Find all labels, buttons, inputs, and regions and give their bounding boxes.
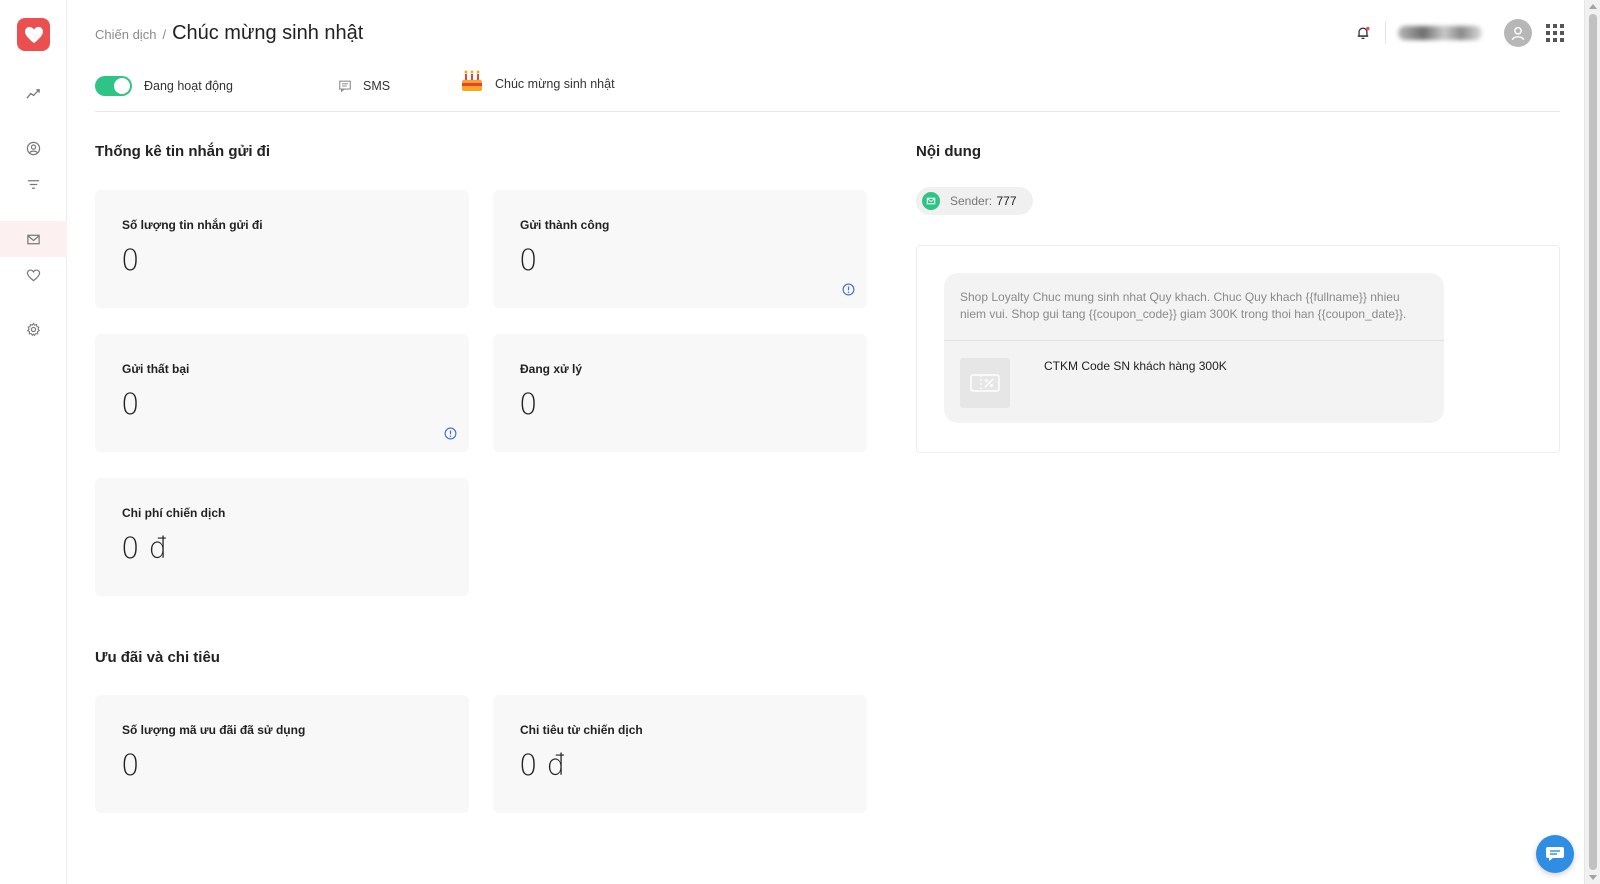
sender-chip: Sender: 777 xyxy=(916,187,1033,215)
notifications-button[interactable] xyxy=(1353,23,1373,43)
stat-value: 0 xyxy=(519,387,538,421)
header-actions xyxy=(1353,16,1564,50)
breadcrumb: Chiến dịch / Chúc mừng sinh nhật xyxy=(95,22,363,45)
stat-label: Số lượng mã ưu đãi đã sử dụng xyxy=(122,723,306,737)
bell-icon xyxy=(1357,26,1370,40)
stat-value: 0 xyxy=(519,243,538,277)
stat-label: Gửi thành công xyxy=(520,218,610,232)
sidebar-item-loyalty[interactable] xyxy=(0,257,67,293)
user-circle-icon xyxy=(26,141,41,155)
birthday-cake-icon xyxy=(462,70,482,91)
sidebar xyxy=(0,0,67,884)
chat-icon xyxy=(1546,847,1564,861)
sender-mail-icon xyxy=(922,192,940,210)
coupon-icon xyxy=(970,374,1000,392)
header-divider xyxy=(1385,22,1386,44)
app-logo[interactable] xyxy=(17,18,50,51)
sidebar-item-segments[interactable] xyxy=(0,166,67,202)
breadcrumb-parent-link[interactable]: Chiến dịch xyxy=(95,27,156,42)
scroll-down-arrow[interactable] xyxy=(1589,875,1597,880)
stat-label: Chi phí chiến dịch xyxy=(122,506,226,520)
mail-icon xyxy=(27,234,40,244)
offer-card-spending: Chi tiêu từ chiến dịch 0 đ xyxy=(493,695,867,813)
campaign-status-bar: Đang hoạt động SMS Chúc mừng sinh nhật xyxy=(95,70,1560,112)
heart-icon xyxy=(26,268,41,281)
stat-label: Chi tiêu từ chiến dịch xyxy=(520,723,643,737)
message-bubble: Shop Loyalty Chuc mung sinh nhat Quy kha… xyxy=(944,273,1444,423)
stats-section-title: Thống kê tin nhắn gửi đi xyxy=(95,143,271,160)
info-icon[interactable] xyxy=(444,427,457,440)
page-title: Chúc mừng sinh nhật xyxy=(172,22,364,44)
stat-value: 0 xyxy=(121,243,140,277)
scroll-thumb[interactable] xyxy=(1589,14,1597,870)
stat-value: 0 xyxy=(121,387,140,421)
active-status-label: Đang hoạt động xyxy=(144,79,233,93)
message-preview-box: Shop Loyalty Chuc mung sinh nhat Quy kha… xyxy=(916,245,1560,453)
campaign-type-label: Chúc mừng sinh nhật xyxy=(495,77,615,91)
sender-value: 777 xyxy=(996,194,1017,208)
breadcrumb-separator: / xyxy=(162,27,167,42)
user-name-redacted[interactable] xyxy=(1398,26,1482,40)
stat-value: 0 xyxy=(121,748,140,782)
page-scrollbar[interactable] xyxy=(1584,0,1600,884)
stat-card-failed: Gửi thất bại 0 xyxy=(95,334,469,452)
stat-label: Gửi thất bại xyxy=(122,362,190,376)
gear-icon xyxy=(26,321,41,336)
chat-support-button[interactable] xyxy=(1536,835,1574,873)
sidebar-item-analytics[interactable] xyxy=(0,76,67,112)
stat-card-success: Gửi thành công 0 xyxy=(493,190,867,308)
sidebar-item-campaigns[interactable] xyxy=(0,221,67,257)
sidebar-item-customers[interactable] xyxy=(0,130,67,166)
scroll-up-arrow[interactable] xyxy=(1589,4,1597,9)
offers-section-title: Ưu đãi và chi tiêu xyxy=(95,649,220,666)
filter-icon xyxy=(27,179,40,189)
sms-icon xyxy=(339,80,351,93)
stat-value: 0 đ xyxy=(519,748,566,782)
info-icon[interactable] xyxy=(842,283,855,296)
active-toggle[interactable] xyxy=(95,76,132,96)
apps-grid-icon[interactable] xyxy=(1546,24,1564,42)
stat-label: Đang xử lý xyxy=(520,362,583,376)
heart-logo-icon xyxy=(24,26,43,43)
user-avatar[interactable] xyxy=(1504,19,1532,47)
avatar-icon xyxy=(1511,26,1525,41)
stat-value: 0 đ xyxy=(121,531,168,565)
stat-card-cost: Chi phí chiến dịch 0 đ xyxy=(95,478,469,596)
stat-card-sent: Số lượng tin nhắn gửi đi 0 xyxy=(95,190,469,308)
content-section-title: Nội dung xyxy=(916,143,981,160)
coupon-name: CTKM Code SN khách hàng 300K xyxy=(1044,359,1227,373)
message-text: Shop Loyalty Chuc mung sinh nhat Quy kha… xyxy=(944,273,1444,341)
stat-label: Số lượng tin nhắn gửi đi xyxy=(122,218,263,232)
sidebar-item-settings[interactable] xyxy=(0,311,67,347)
offer-card-coupons-used: Số lượng mã ưu đãi đã sử dụng 0 xyxy=(95,695,469,813)
analytics-icon xyxy=(26,88,40,99)
coupon-image xyxy=(960,358,1010,408)
channel-label: SMS xyxy=(363,79,391,93)
sender-key: Sender: xyxy=(950,194,993,208)
stat-card-processing: Đang xử lý 0 xyxy=(493,334,867,452)
